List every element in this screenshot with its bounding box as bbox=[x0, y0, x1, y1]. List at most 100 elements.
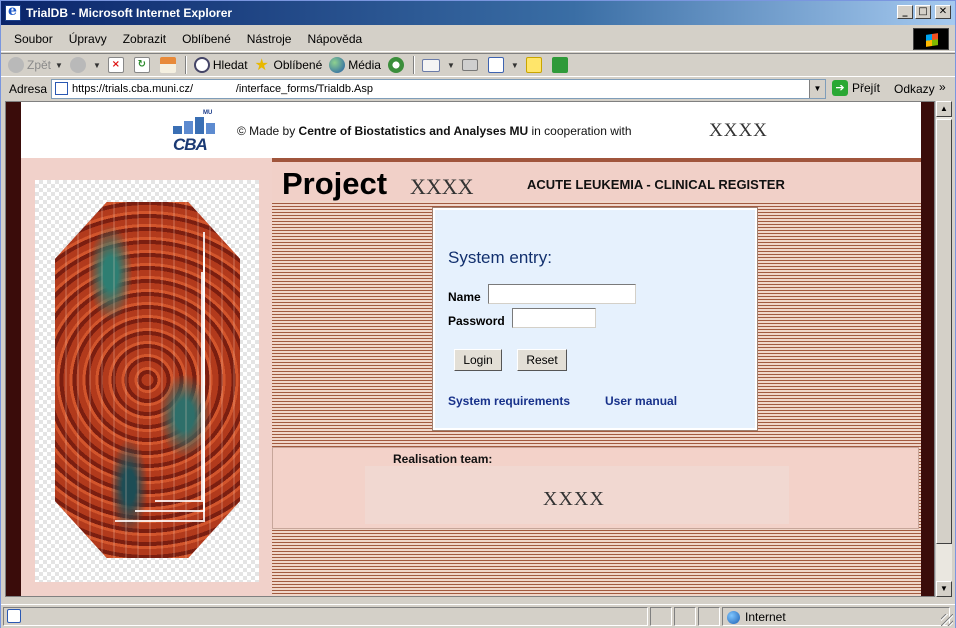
go-button[interactable]: ➔ Přejít bbox=[832, 80, 880, 96]
user-manual-link[interactable]: User manual bbox=[605, 394, 677, 408]
reset-button[interactable]: Reset bbox=[517, 349, 567, 371]
scroll-down-icon[interactable]: ▼ bbox=[936, 581, 952, 597]
menu-bar: Soubor Úpravy Zobrazit Oblíbené Nástroje… bbox=[1, 26, 955, 52]
chevron-down-icon: ▼ bbox=[92, 60, 101, 70]
browser-window: TrialDB - Microsoft Internet Explorer _ … bbox=[0, 0, 956, 628]
print-button[interactable] bbox=[461, 59, 481, 71]
login-panel: System entry: Name Password Login Reset … bbox=[432, 207, 758, 431]
menu-nastroje[interactable]: Nástroje bbox=[247, 32, 292, 46]
chevron-down-icon[interactable]: ▼ bbox=[809, 80, 825, 98]
team-panel: Realisation team: XXXX bbox=[272, 447, 919, 529]
go-arrow-icon: ➔ bbox=[832, 80, 848, 96]
refresh-button[interactable]: ↻ bbox=[133, 57, 153, 73]
logo-bars-icon bbox=[173, 116, 215, 134]
menu-soubor[interactable]: Soubor bbox=[14, 32, 53, 46]
login-heading: System entry: bbox=[448, 248, 552, 267]
address-bar: Adresa https://trials.cba.muni.cz/ /inte… bbox=[1, 78, 955, 100]
status-cell bbox=[698, 607, 720, 626]
favorites-button[interactable]: ★ Oblíbené bbox=[255, 57, 323, 73]
cba-logo: MU CBA bbox=[173, 110, 217, 154]
search-label: Hledat bbox=[212, 58, 248, 72]
project-name: XXXX bbox=[410, 174, 474, 199]
search-icon bbox=[193, 57, 210, 73]
back-label: Zpět bbox=[27, 58, 52, 72]
banner-credit: © Made by Centre of Biostatistics and An… bbox=[237, 124, 632, 138]
window-title: TrialDB - Microsoft Internet Explorer bbox=[26, 6, 233, 20]
home-icon bbox=[159, 57, 176, 73]
toolbar-separator bbox=[184, 56, 187, 74]
discuss-button[interactable] bbox=[525, 57, 545, 73]
resize-grip-icon[interactable] bbox=[941, 614, 953, 626]
media-button[interactable]: Média bbox=[329, 57, 381, 73]
security-zone: Internet bbox=[727, 610, 786, 624]
note-icon bbox=[525, 57, 542, 73]
home-button[interactable] bbox=[159, 57, 179, 73]
status-bar: Internet bbox=[1, 604, 955, 628]
page-icon bbox=[55, 82, 68, 95]
windows-logo-icon bbox=[913, 28, 949, 50]
chevron-down-icon: ▼ bbox=[446, 60, 455, 70]
page-status-icon bbox=[7, 609, 21, 623]
menu-upravy[interactable]: Úpravy bbox=[69, 32, 107, 46]
messenger-button[interactable] bbox=[551, 57, 571, 73]
address-label: Adresa bbox=[9, 82, 48, 96]
address-field[interactable]: https://trials.cba.muni.cz/ /interface_f… bbox=[51, 79, 826, 99]
login-button[interactable]: Login bbox=[454, 349, 502, 371]
chevron-down-icon: ▼ bbox=[510, 60, 519, 70]
favorites-label: Oblíbené bbox=[273, 58, 323, 72]
credit-org: Centre of Biostatistics and Analyses MU bbox=[298, 124, 529, 138]
password-input[interactable] bbox=[512, 308, 596, 328]
left-image-panel bbox=[21, 158, 272, 596]
minimize-button[interactable]: _ bbox=[897, 5, 913, 19]
stop-icon: × bbox=[107, 57, 124, 73]
team-name: XXXX bbox=[543, 488, 605, 510]
status-cell bbox=[650, 607, 672, 626]
decorative-background bbox=[35, 180, 259, 582]
menu-napoveda[interactable]: Nápověda bbox=[307, 32, 362, 46]
maximize-button[interactable]: □ bbox=[915, 5, 931, 19]
menu-zobrazit[interactable]: Zobrazit bbox=[123, 32, 166, 46]
system-requirements-link[interactable]: System requirements bbox=[448, 394, 570, 408]
back-button[interactable]: Zpět ▼ bbox=[8, 57, 63, 73]
mail-button[interactable]: ▼ bbox=[421, 58, 455, 72]
toolbar-separator bbox=[412, 56, 415, 74]
mail-icon bbox=[421, 58, 440, 72]
password-label: Password bbox=[448, 314, 505, 328]
star-icon: ★ bbox=[254, 55, 269, 74]
title-bar[interactable]: TrialDB - Microsoft Internet Explorer _ … bbox=[1, 1, 955, 25]
page: MU CBA © Made by Centre of Biostatistics… bbox=[21, 102, 921, 596]
menu-oblibene[interactable]: Oblíbené bbox=[182, 32, 231, 46]
status-cell bbox=[674, 607, 696, 626]
back-arrow-icon bbox=[8, 57, 24, 73]
scroll-thumb[interactable] bbox=[936, 119, 952, 544]
refresh-icon: ↻ bbox=[133, 57, 150, 73]
register-title: ACUTE LEUKEMIA - CLINICAL REGISTER bbox=[527, 177, 785, 192]
links-button[interactable]: Odkazy bbox=[894, 82, 935, 96]
chevron-right-icon[interactable]: » bbox=[939, 80, 946, 94]
forward-button[interactable]: ▼ bbox=[69, 57, 101, 73]
project-header: Project XXXX ACUTE LEUKEMIA - CLINICAL R… bbox=[272, 158, 921, 201]
media-globe-icon bbox=[329, 57, 346, 73]
ie-icon bbox=[5, 3, 21, 21]
history-icon bbox=[387, 57, 404, 73]
partner-name: XXXX bbox=[709, 120, 768, 141]
history-button[interactable] bbox=[387, 57, 407, 73]
credit-prefix: © Made by bbox=[237, 124, 299, 138]
forward-arrow-icon bbox=[69, 57, 86, 73]
name-input[interactable] bbox=[488, 284, 636, 304]
vertical-scrollbar[interactable]: ▲ ▼ bbox=[935, 101, 952, 597]
go-label: Přejít bbox=[852, 81, 881, 95]
toolbar: Zpět ▼ ▼ × ↻ Hledat ★ Oblíbené Média ▼ ▼ bbox=[1, 53, 955, 77]
close-button[interactable]: ✕ bbox=[935, 5, 951, 19]
top-banner: MU CBA © Made by Centre of Biostatistics… bbox=[21, 102, 921, 158]
scroll-up-icon[interactable]: ▲ bbox=[936, 101, 952, 117]
project-title: Project bbox=[282, 166, 388, 201]
stop-button[interactable]: × bbox=[107, 57, 127, 73]
media-label: Média bbox=[348, 58, 381, 72]
address-url: https://trials.cba.muni.cz/ /interface_f… bbox=[72, 83, 373, 95]
chevron-down-icon: ▼ bbox=[55, 60, 63, 70]
credit-suffix: in cooperation with bbox=[528, 124, 632, 138]
zone-label: Internet bbox=[745, 610, 786, 624]
search-button[interactable]: Hledat bbox=[193, 57, 248, 73]
edit-button[interactable]: ▼ bbox=[487, 57, 519, 73]
